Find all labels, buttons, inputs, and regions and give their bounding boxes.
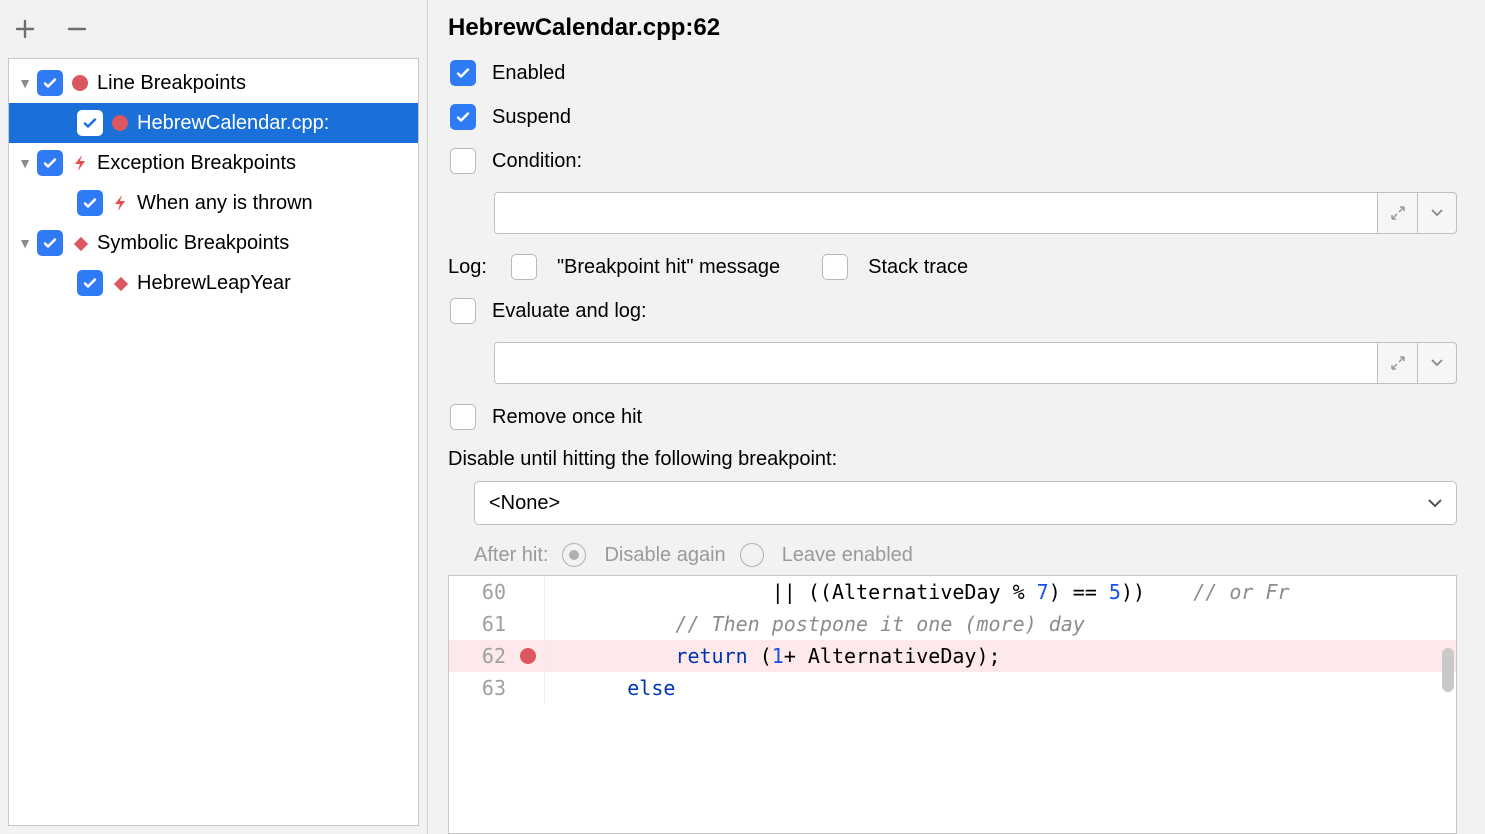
symbolic-diamond-icon (69, 232, 91, 254)
after-leave-label: Leave enabled (782, 544, 913, 567)
disable-until-select[interactable]: <None> (474, 481, 1457, 525)
tree-item-hebrewleapyear[interactable]: HebrewLeapYear (9, 263, 418, 303)
eval-log-label: Evaluate and log: (492, 300, 647, 323)
eval-log-input-group (494, 342, 1457, 384)
remove-once-label: Remove once hit (492, 406, 642, 429)
log-stack-label: Stack trace (868, 256, 968, 279)
checkbox[interactable] (37, 70, 63, 96)
disclosure-icon[interactable]: ▼ (15, 235, 35, 251)
disable-until-label: Disable until hitting the following brea… (448, 448, 1457, 471)
tree-label: Line Breakpoints (97, 72, 246, 95)
remove-once-row: Remove once hit (448, 404, 1457, 430)
tree-item-hebrewcalendar[interactable]: HebrewCalendar.cpp: (9, 103, 418, 143)
gutter: 61 (449, 608, 545, 640)
breakpoints-sidebar: ▼ Line Breakpoints HebrewCalendar.cpp: ▼… (0, 0, 428, 834)
expand-eval-button[interactable] (1377, 342, 1417, 384)
checkbox[interactable] (37, 230, 63, 256)
disable-until-value: <None> (489, 492, 560, 515)
checkbox[interactable] (77, 190, 103, 216)
breakpoint-circle-icon (69, 72, 91, 94)
suspend-row: Suspend (448, 104, 1457, 130)
remove-once-checkbox[interactable] (450, 404, 476, 430)
after-disable-radio[interactable] (562, 543, 586, 567)
eval-log-checkbox[interactable] (450, 298, 476, 324)
chevron-down-icon (1428, 492, 1442, 515)
after-hit-label: After hit: (474, 544, 548, 567)
disclosure-icon[interactable]: ▼ (15, 155, 35, 171)
log-label: Log: (448, 256, 487, 279)
remove-breakpoint-button[interactable] (62, 14, 92, 44)
code-line: 61 // Then postpone it one (more) day (449, 608, 1456, 640)
after-disable-label: Disable again (604, 544, 725, 567)
checkbox[interactable] (77, 270, 103, 296)
gutter: 62 (449, 640, 545, 672)
panel-title: HebrewCalendar.cpp:62 (448, 14, 1457, 42)
suspend-label: Suspend (492, 106, 571, 129)
log-stack-checkbox[interactable] (822, 254, 848, 280)
enabled-label: Enabled (492, 62, 565, 85)
suspend-checkbox[interactable] (450, 104, 476, 130)
tree-label: HebrewCalendar.cpp: (137, 112, 329, 135)
tree-item-when-any-thrown[interactable]: When any is thrown (9, 183, 418, 223)
checkbox[interactable] (37, 150, 63, 176)
log-row: Log: "Breakpoint hit" message Stack trac… (448, 254, 1457, 280)
sidebar-toolbar (0, 0, 427, 58)
breakpoints-tree[interactable]: ▼ Line Breakpoints HebrewCalendar.cpp: ▼… (8, 58, 419, 826)
scrollbar-thumb[interactable] (1442, 648, 1454, 692)
expand-condition-button[interactable] (1377, 192, 1417, 234)
exception-bolt-icon (109, 192, 131, 214)
tree-label: Symbolic Breakpoints (97, 232, 289, 255)
tree-group-exception-breakpoints[interactable]: ▼ Exception Breakpoints (9, 143, 418, 183)
condition-checkbox[interactable] (450, 148, 476, 174)
code-line-breakpoint: 62 return (1+ AlternativeDay); (449, 640, 1456, 672)
exception-bolt-icon (69, 152, 91, 174)
tree-label: When any is thrown (137, 192, 313, 215)
condition-input[interactable] (494, 192, 1377, 234)
enabled-checkbox[interactable] (450, 60, 476, 86)
breakpoint-dot-icon[interactable] (520, 648, 536, 664)
code-line: 63 else (449, 672, 1456, 704)
disclosure-icon[interactable]: ▼ (15, 75, 35, 91)
eval-log-input[interactable] (494, 342, 1377, 384)
condition-label: Condition: (492, 150, 582, 173)
checkbox[interactable] (77, 110, 103, 136)
log-bphit-label: "Breakpoint hit" message (557, 256, 780, 279)
enabled-row: Enabled (448, 60, 1457, 86)
symbolic-diamond-icon (109, 272, 131, 294)
gutter: 63 (449, 672, 545, 704)
after-hit-row: After hit: Disable again Leave enabled (474, 543, 1457, 567)
tree-group-line-breakpoints[interactable]: ▼ Line Breakpoints (9, 63, 418, 103)
code-preview[interactable]: 60 || ((AlternativeDay % 7) == 5)) // or… (448, 575, 1457, 834)
condition-history-dropdown[interactable] (1417, 192, 1457, 234)
breakpoint-detail-panel: HebrewCalendar.cpp:62 Enabled Suspend Co… (428, 0, 1485, 834)
add-breakpoint-button[interactable] (10, 14, 40, 44)
tree-label: Exception Breakpoints (97, 152, 296, 175)
log-bphit-checkbox[interactable] (511, 254, 537, 280)
tree-label: HebrewLeapYear (137, 272, 291, 295)
after-leave-radio[interactable] (740, 543, 764, 567)
code-line: 60 || ((AlternativeDay % 7) == 5)) // or… (449, 576, 1456, 608)
condition-row: Condition: (448, 148, 1457, 174)
condition-input-group (494, 192, 1457, 234)
gutter: 60 (449, 576, 545, 608)
tree-group-symbolic-breakpoints[interactable]: ▼ Symbolic Breakpoints (9, 223, 418, 263)
eval-history-dropdown[interactable] (1417, 342, 1457, 384)
breakpoint-circle-icon (109, 112, 131, 134)
eval-log-row: Evaluate and log: (448, 298, 1457, 324)
